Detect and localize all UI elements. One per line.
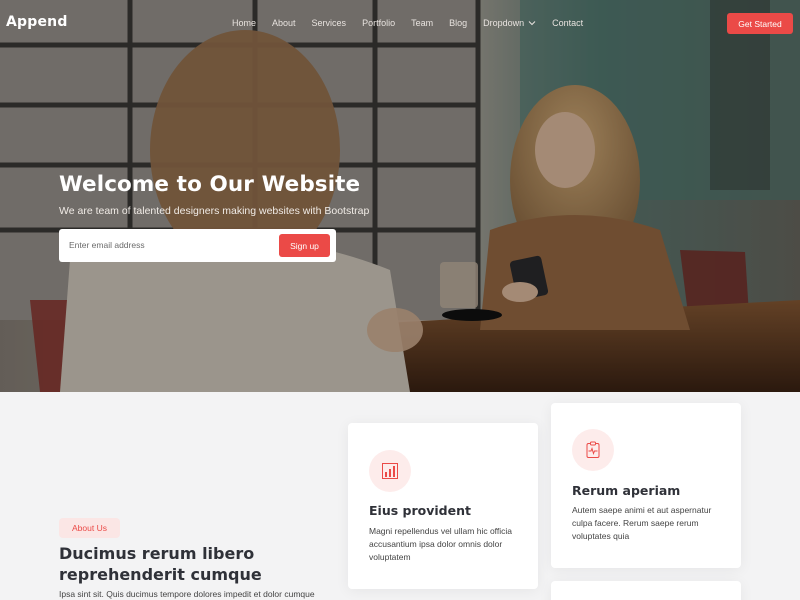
card-title: Rerum aperiam <box>572 483 681 498</box>
nav-link-home[interactable]: Home <box>232 18 256 28</box>
nav-link-contact[interactable]: Contact <box>552 18 583 28</box>
site-logo[interactable]: Append <box>6 14 68 30</box>
signup-button[interactable]: Sign up <box>279 234 330 257</box>
nav-menu: Home About Services Portfolio Team Blog … <box>232 18 599 28</box>
about-badge: About Us <box>59 518 120 538</box>
nav-link-portfolio[interactable]: Portfolio <box>362 18 395 28</box>
card-title: Eius provident <box>369 503 471 518</box>
nav-link-team[interactable]: Team <box>411 18 433 28</box>
about-text: Ipsa sint sit. Quis ducimus tempore dolo… <box>59 589 315 599</box>
get-started-button[interactable]: Get Started <box>727 13 793 34</box>
about-title: Ducimus rerum libero reprehenderit cumqu… <box>59 544 262 584</box>
card-text: Autem saepe animi et aut aspernatur culp… <box>572 505 712 541</box>
feature-card-3 <box>551 581 741 600</box>
nav-link-about[interactable]: About <box>272 18 296 28</box>
chart-bars-icon <box>382 463 398 479</box>
feature-card-1: Eius provident Magni repellendus vel ull… <box>348 423 538 589</box>
navbar: Append Home About Services Portfolio Tea… <box>0 0 800 48</box>
clipboard-pulse-icon <box>586 441 600 458</box>
feature-card-2: Rerum aperiam Autem saepe animi et aut a… <box>551 403 741 568</box>
card-icon-wrap <box>369 450 411 492</box>
card-text: Magni repellendus vel ullam hic officia … <box>369 526 513 562</box>
nav-link-dropdown-label: Dropdown <box>483 18 525 28</box>
nav-link-services[interactable]: Services <box>312 18 347 28</box>
hero-title: Welcome to Our Website <box>59 172 361 197</box>
email-input[interactable] <box>69 237 269 253</box>
nav-link-dropdown[interactable]: Dropdown <box>483 18 536 28</box>
hero-subtitle: We are team of talented designers making… <box>59 205 370 217</box>
nav-link-blog[interactable]: Blog <box>449 18 467 28</box>
chevron-down-icon <box>528 21 536 26</box>
card-icon-wrap <box>572 429 614 471</box>
signup-form: Sign up <box>59 229 336 262</box>
